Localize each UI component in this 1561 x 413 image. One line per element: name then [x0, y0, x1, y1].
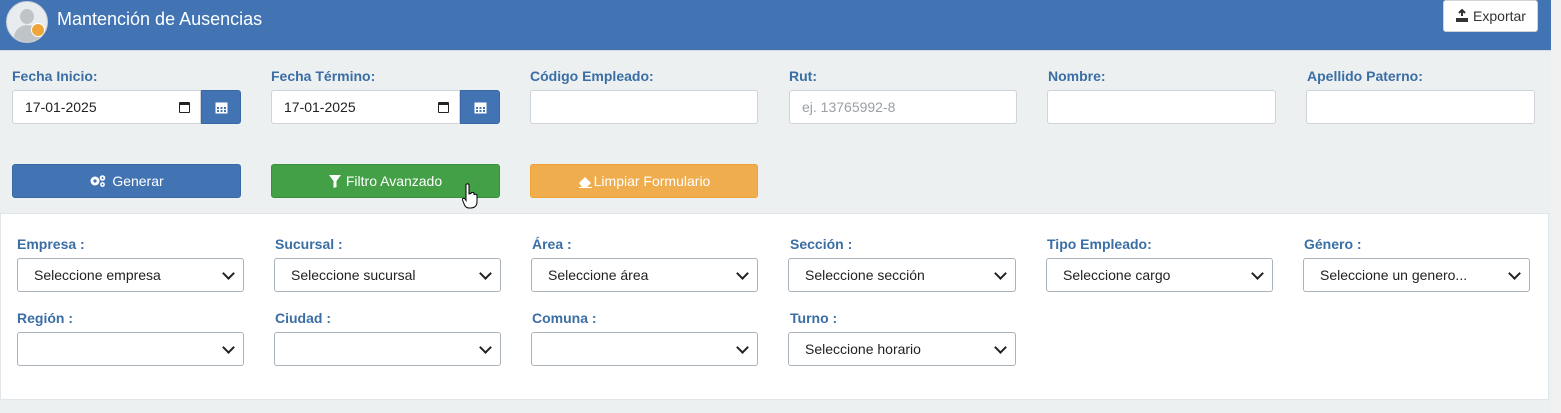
chevron-down-icon	[222, 266, 235, 280]
empresa-selected: Seleccione empresa	[34, 267, 161, 283]
app-header: Mantención de Ausencias Exportar	[0, 0, 1561, 51]
export-button[interactable]: Exportar	[1443, 0, 1538, 32]
fecha-inicio-label: Fecha Inicio:	[12, 68, 98, 84]
tipo-empleado-selected: Seleccione cargo	[1063, 267, 1171, 283]
user-avatar[interactable]	[6, 1, 48, 43]
apellido-paterno-label: Apellido Paterno:	[1307, 68, 1423, 84]
apellido-paterno-input[interactable]	[1306, 90, 1535, 124]
chevron-down-icon	[479, 340, 492, 354]
chevron-down-icon	[222, 340, 235, 354]
page-title: Mantención de Ausencias	[57, 9, 263, 29]
chevron-down-icon	[1508, 266, 1521, 280]
fecha-termino-value: 17-01-2025	[284, 99, 356, 115]
genero-select[interactable]: Seleccione un genero...	[1303, 258, 1530, 292]
codigo-empleado-input[interactable]	[530, 90, 758, 124]
area-selected: Seleccione área	[548, 267, 649, 283]
gears-icon	[90, 175, 106, 187]
generar-button[interactable]: Generar	[12, 164, 241, 198]
fecha-termino-label: Fecha Término:	[271, 68, 376, 84]
date-picker-icon[interactable]	[179, 101, 190, 113]
tipo-empleado-select[interactable]: Seleccione cargo	[1046, 258, 1273, 292]
export-icon	[1456, 9, 1469, 22]
area-label: Área :	[532, 236, 572, 252]
area-select[interactable]: Seleccione área	[531, 258, 758, 292]
turno-label: Turno :	[790, 310, 838, 326]
genero-label: Género :	[1304, 236, 1362, 252]
codigo-empleado-label: Código Empleado:	[530, 68, 654, 84]
empresa-select[interactable]: Seleccione empresa	[17, 258, 244, 292]
calendar-icon	[215, 102, 227, 113]
eraser-icon	[578, 176, 592, 188]
calendar-icon	[474, 102, 486, 113]
hand-cursor-icon	[462, 183, 478, 209]
turno-select[interactable]: Seleccione horario	[788, 332, 1016, 366]
fecha-inicio-value: 17-01-2025	[25, 99, 97, 115]
nombre-input[interactable]	[1047, 90, 1276, 124]
seccion-label: Sección :	[790, 236, 853, 252]
ciudad-label: Ciudad :	[275, 310, 331, 326]
page-scrollbar[interactable]	[1551, 0, 1561, 413]
chevron-down-icon	[736, 340, 749, 354]
sucursal-select[interactable]: Seleccione sucursal	[274, 258, 501, 292]
limpiar-formulario-button[interactable]: Limpiar Formulario	[530, 164, 758, 198]
tipo-empleado-label: Tipo Empleado:	[1047, 236, 1152, 252]
chevron-down-icon	[1251, 266, 1264, 280]
rut-input[interactable]: ej. 13765992-8	[789, 90, 1017, 124]
chevron-down-icon	[736, 266, 749, 280]
rut-label: Rut:	[789, 68, 817, 84]
seccion-selected: Seleccione sección	[805, 267, 925, 283]
date-picker-icon[interactable]	[438, 101, 449, 113]
generar-label: Generar	[112, 173, 164, 189]
export-label: Exportar	[1473, 8, 1526, 24]
comuna-select[interactable]	[531, 332, 758, 366]
avatar-badge-icon	[31, 23, 45, 37]
region-label: Región :	[17, 310, 73, 326]
ciudad-select[interactable]	[274, 332, 501, 366]
fecha-inicio-calendar-button[interactable]	[201, 90, 241, 124]
empresa-label: Empresa :	[17, 236, 85, 252]
comuna-label: Comuna :	[532, 310, 597, 326]
nombre-label: Nombre:	[1048, 68, 1106, 84]
filter-icon	[328, 174, 341, 188]
limpiar-formulario-label: Limpiar Formulario	[593, 173, 711, 189]
chevron-down-icon	[479, 266, 492, 280]
fecha-termino-calendar-button[interactable]	[460, 90, 500, 124]
region-select[interactable]	[17, 332, 244, 366]
sucursal-label: Sucursal :	[275, 236, 343, 252]
chevron-down-icon	[994, 266, 1007, 280]
genero-selected: Seleccione un genero...	[1320, 267, 1468, 283]
sucursal-selected: Seleccione sucursal	[291, 267, 416, 283]
chevron-down-icon	[994, 340, 1007, 354]
filtro-avanzado-label: Filtro Avanzado	[345, 173, 443, 189]
fecha-inicio-input[interactable]: 17-01-2025	[12, 90, 201, 124]
seccion-select[interactable]: Seleccione sección	[788, 258, 1016, 292]
fecha-termino-input[interactable]: 17-01-2025	[271, 90, 460, 124]
turno-selected: Seleccione horario	[805, 341, 921, 357]
